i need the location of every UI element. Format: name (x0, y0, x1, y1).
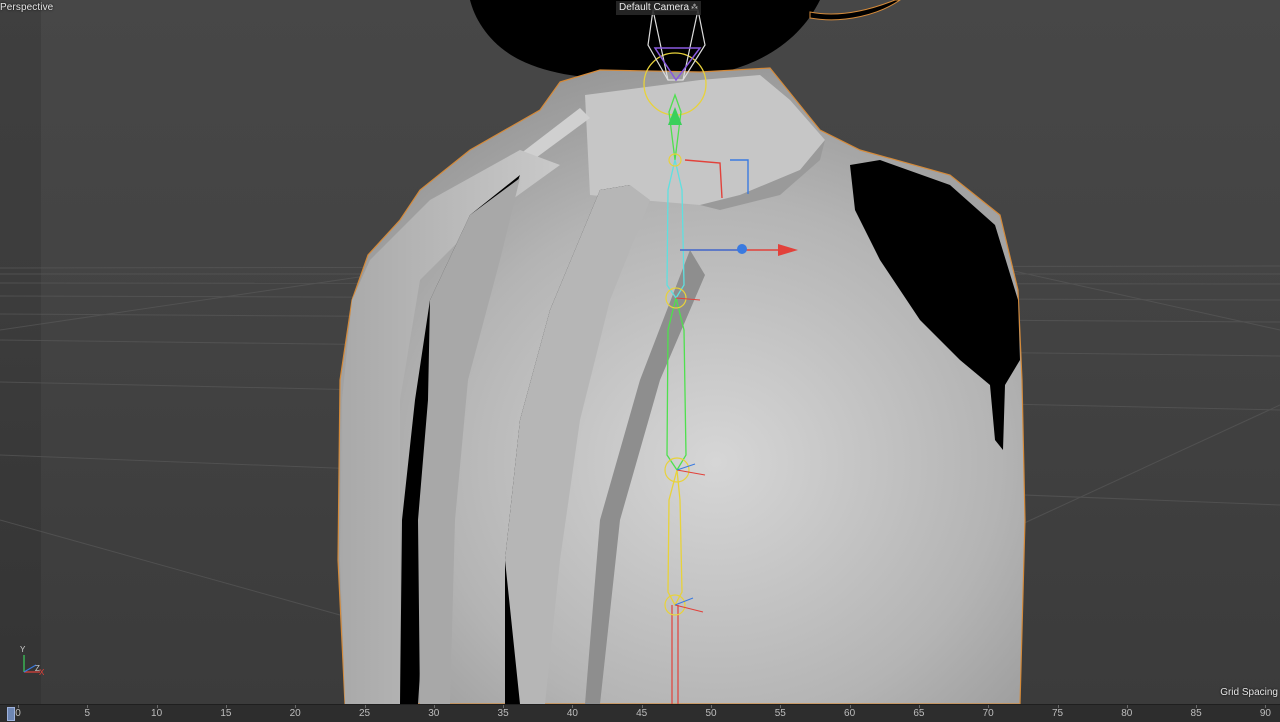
camera-label-text: Default Camera (619, 2, 690, 13)
timeline-tick-label: 0 (15, 708, 21, 719)
timeline-tick-mark (433, 705, 435, 708)
timeline-tick-mark (18, 705, 19, 708)
timeline-tick-label: 10 (151, 708, 163, 719)
timeline-tick-label: 85 (1190, 708, 1202, 719)
scene-render[interactable]: Y Z X (0, 0, 1280, 704)
timeline-tick-mark (1265, 705, 1267, 708)
timeline-tick-mark (87, 705, 89, 708)
timeline-tick-label: 25 (358, 708, 371, 719)
timeline-tick-label: 20 (289, 708, 301, 719)
timeline-tick-mark (1196, 705, 1198, 708)
grid-spacing-label: Grid Spacing (1220, 687, 1278, 698)
timeline-tick-mark (1126, 705, 1128, 708)
timeline-tick-mark (156, 705, 158, 708)
timeline-tick-mark (641, 705, 643, 708)
timeline-tick-mark (918, 705, 920, 708)
timeline-tick-label: 40 (566, 708, 578, 719)
timeline-tick-mark (572, 705, 574, 708)
timeline-tick-mark (849, 705, 851, 708)
axis-x-label: X (39, 668, 45, 677)
timeline-tick-mark (364, 705, 366, 708)
camera-dots-icon[interactable]: ⁂ (691, 1, 698, 15)
timeline-tick-label: 55 (774, 708, 786, 719)
timeline-tick-mark (1057, 705, 1059, 708)
timeline-tick-mark (988, 705, 990, 708)
timeline-tick-label: 5 (84, 708, 91, 719)
timeline-tick-label: 80 (1121, 708, 1133, 719)
3d-viewport[interactable]: Y Z X Perspective Default Camera ⁂ Grid … (0, 0, 1280, 704)
timeline-tick-label: 15 (220, 708, 232, 719)
blue-handle (737, 244, 747, 254)
timeline-tick-mark (225, 705, 227, 708)
timeline-ruler[interactable]: 0 5 10 15 20 25 30 35 40 45 50 55 60 65 70 75 80 85 90 (0, 704, 1280, 722)
hat-brim (809, 0, 901, 21)
timeline-tick-label: 60 (844, 708, 856, 719)
timeline-playhead[interactable] (7, 707, 15, 721)
timeline-tick-label: 65 (913, 708, 925, 719)
timeline-tick-label: 70 (982, 708, 994, 719)
timeline-tick-label: 35 (497, 708, 509, 719)
timeline-tick-label: 30 (428, 708, 440, 719)
timeline-tick-mark (711, 705, 712, 708)
timeline-tick-mark (503, 705, 505, 708)
axis-y-label: Y (20, 645, 26, 654)
timeline-tick-label: 50 (705, 708, 717, 719)
timeline-tick-mark (295, 705, 297, 708)
timeline-tick-label: 45 (636, 708, 648, 719)
timeline-tick-mark (780, 705, 782, 708)
camera-label[interactable]: Default Camera ⁂ (616, 1, 702, 15)
timeline-tick-label: 90 (1259, 708, 1271, 719)
viewport-view-label[interactable]: Perspective (0, 2, 53, 13)
timeline-tick-label: 75 (1051, 708, 1064, 719)
